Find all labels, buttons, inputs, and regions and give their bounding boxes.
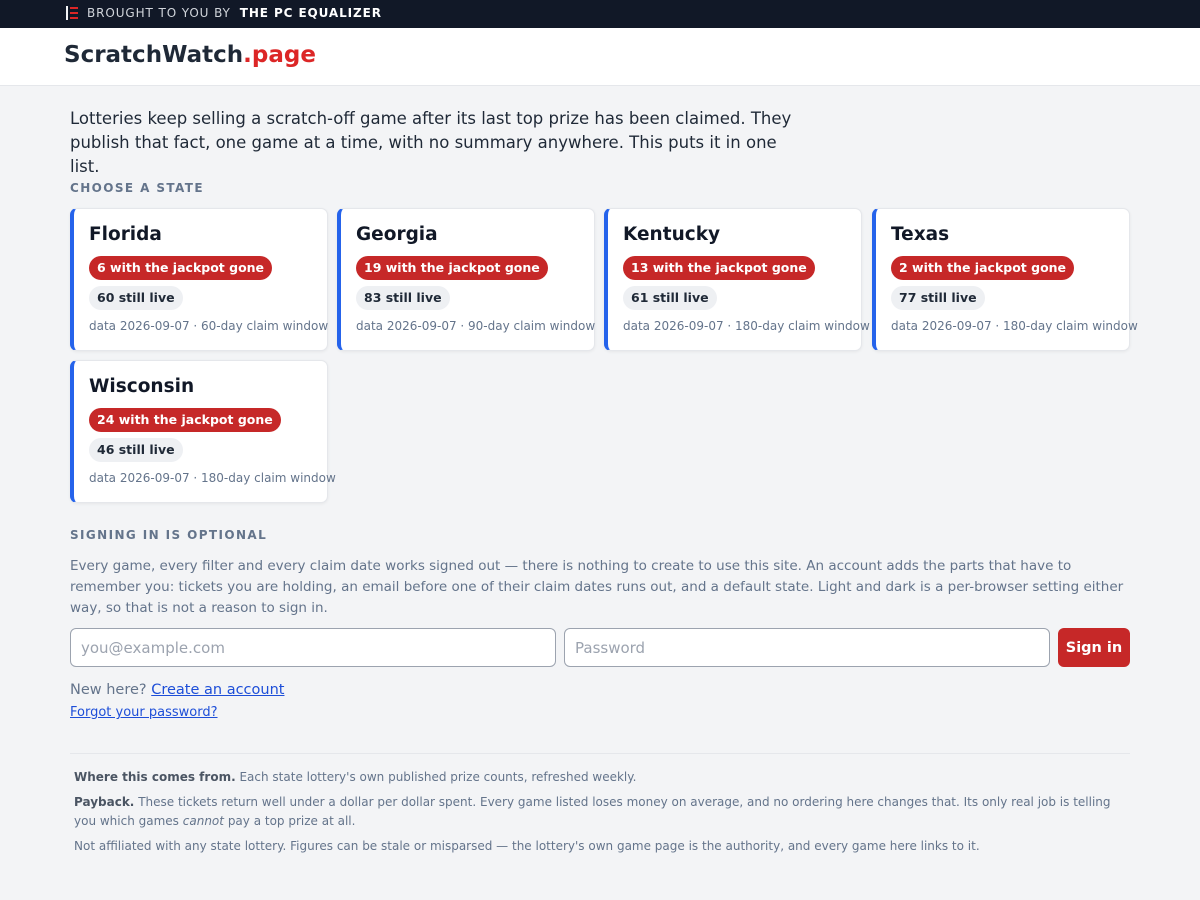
- state-name: Wisconsin: [89, 376, 195, 397]
- sign-in-button[interactable]: Sign in: [1058, 628, 1130, 667]
- forgot-password-line: Forgot your password?: [70, 705, 218, 720]
- state-card-kentucky[interactable]: Kentucky 13 with the jackpot gone 61 sti…: [604, 208, 870, 351]
- still-live-badge: 60 still live: [89, 286, 183, 310]
- footer-source: Where this comes from. Each state lotter…: [74, 768, 1130, 787]
- footer-disclaimer: Not affiliated with any state lottery. F…: [74, 839, 980, 853]
- source-label: Where this comes from.: [74, 770, 236, 784]
- state-name: Florida: [89, 224, 162, 245]
- site-logo[interactable]: ScratchWatch.page: [64, 42, 316, 68]
- signin-heading: SIGNING IN IS OPTIONAL: [70, 528, 268, 542]
- states-heading: CHOOSE A STATE: [70, 181, 204, 195]
- state-meta: data 2026-09-07 · 180-day claim window: [891, 319, 1138, 333]
- state-card-texas[interactable]: Texas 2 with the jackpot gone 77 still l…: [872, 208, 1138, 351]
- banner-org[interactable]: THE PC EQUALIZER: [240, 6, 382, 20]
- state-meta: data 2026-09-07 · 90-day claim window: [356, 319, 596, 333]
- footer-payback: Payback. These tickets return well under…: [74, 793, 1130, 831]
- jackpot-gone-badge: 6 with the jackpot gone: [89, 256, 273, 280]
- state-card-wisconsin[interactable]: Wisconsin 24 with the jackpot gone 46 st…: [70, 360, 336, 503]
- still-live-badge: 61 still live: [623, 286, 717, 310]
- payback-label: Payback.: [74, 795, 135, 809]
- payback-text-end: pay a top prize at all.: [227, 814, 356, 828]
- state-meta: data 2026-09-07 · 60-day claim window: [89, 319, 329, 333]
- intro-text: Lotteries keep selling a scratch-off gam…: [70, 109, 792, 176]
- still-live-badge: 46 still live: [89, 438, 183, 462]
- jackpot-gone-badge: 2 with the jackpot gone: [891, 256, 1075, 280]
- still-live-badge: 77 still live: [891, 286, 985, 310]
- new-here-line: New here? Create an account: [70, 682, 284, 698]
- brand-name: ScratchWatch: [64, 42, 244, 68]
- jackpot-gone-badge: 24 with the jackpot gone: [89, 408, 281, 432]
- footer-divider: [70, 753, 1130, 754]
- password-field[interactable]: [564, 628, 1050, 667]
- pc-equalizer-logo-icon: [66, 6, 78, 20]
- jackpot-gone-badge: 13 with the jackpot gone: [623, 256, 815, 280]
- brand-tld: .page: [243, 42, 316, 68]
- site-header: ScratchWatch.page: [0, 28, 1200, 86]
- jackpot-gone-badge: 19 with the jackpot gone: [356, 256, 548, 280]
- top-banner: BROUGHT TO YOU BY THE PC EQUALIZER: [0, 0, 1200, 28]
- email-field[interactable]: [70, 628, 556, 667]
- state-name: Kentucky: [623, 224, 721, 245]
- banner-prefix: BROUGHT TO YOU BY: [87, 6, 231, 20]
- still-live-badge: 83 still live: [356, 286, 450, 310]
- signin-explainer: Every game, every filter and every claim…: [70, 558, 1124, 616]
- create-account-link[interactable]: Create an account: [151, 682, 284, 698]
- state-meta: data 2026-09-07 · 180-day claim window: [89, 471, 336, 485]
- new-here-text: New here?: [70, 682, 147, 698]
- state-card-georgia[interactable]: Georgia 19 with the jackpot gone 83 stil…: [337, 208, 595, 351]
- source-text: Each state lottery's own published prize…: [239, 770, 637, 784]
- payback-emphasis: cannot: [182, 814, 224, 828]
- state-meta: data 2026-09-07 · 180-day claim window: [623, 319, 870, 333]
- state-card-florida[interactable]: Florida 6 with the jackpot gone 60 still…: [70, 208, 328, 351]
- state-name: Texas: [891, 224, 950, 245]
- forgot-password-link[interactable]: Forgot your password?: [70, 705, 218, 720]
- state-name: Georgia: [356, 224, 438, 245]
